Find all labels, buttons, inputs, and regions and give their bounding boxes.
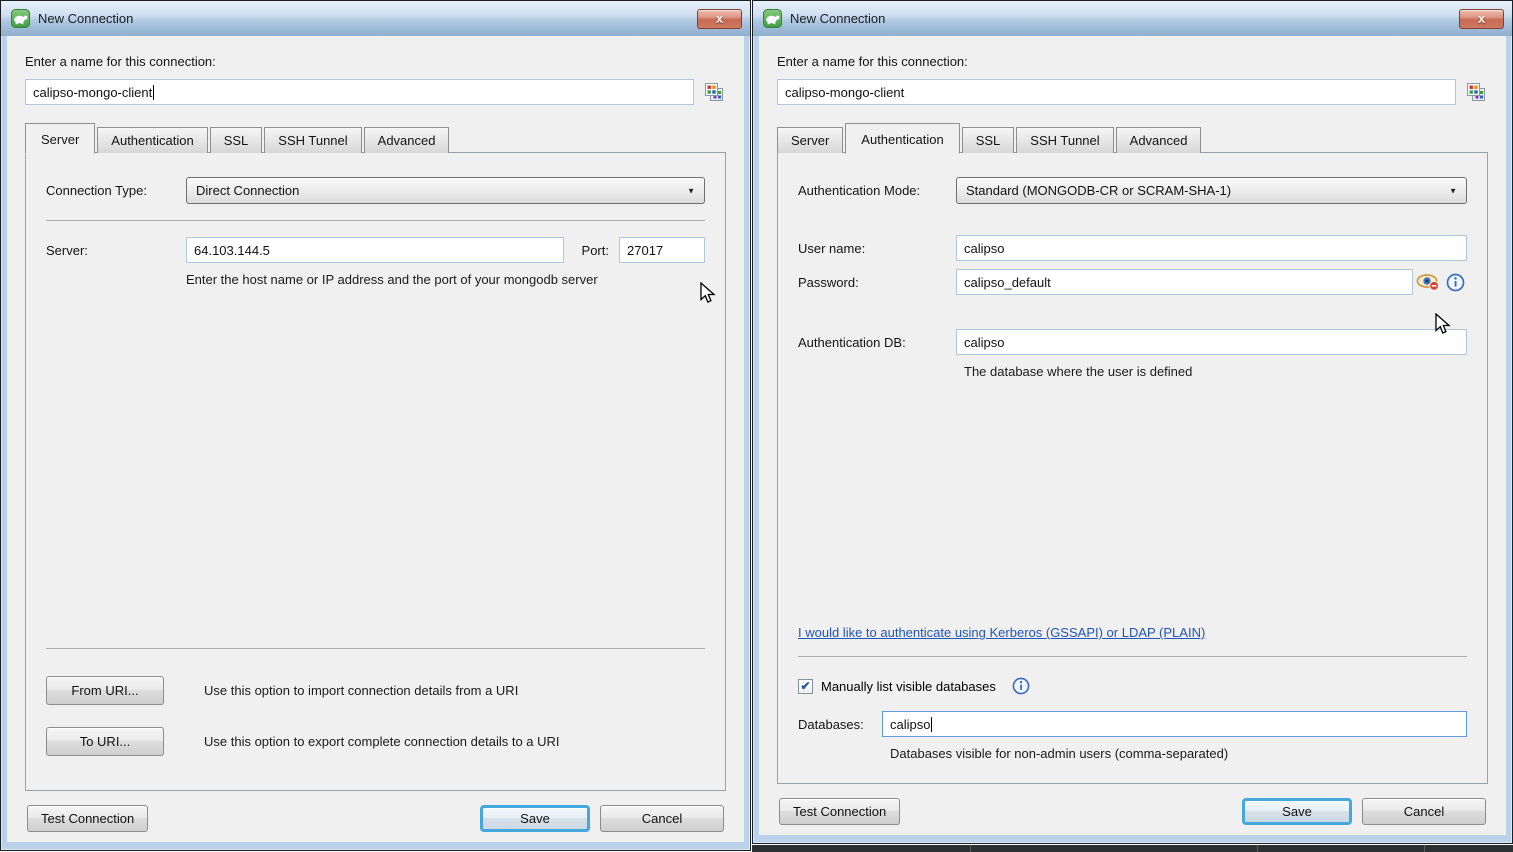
databases-help-text: Databases visible for non-admin users (c… bbox=[890, 746, 1467, 761]
close-icon[interactable]: x bbox=[697, 9, 742, 29]
left-titlebar[interactable]: New Connection x bbox=[1, 1, 750, 36]
left-connection-dialog: New Connection x Enter a name for this c… bbox=[0, 0, 751, 851]
databases-input[interactable]: calipso bbox=[882, 711, 1467, 737]
robomongo-app-icon bbox=[763, 9, 782, 28]
auth-mode-select[interactable]: Standard (MONGODB-CR or SCRAM-SHA-1) ▼ bbox=[956, 177, 1467, 204]
from-uri-button[interactable]: From URI... bbox=[46, 676, 164, 705]
server-tab-panel: Connection Type: Direct Connection ▼ Ser… bbox=[25, 152, 726, 791]
auth-mode-label: Authentication Mode: bbox=[798, 183, 956, 198]
manual-databases-label: Manually list visible databases bbox=[821, 679, 996, 694]
divider bbox=[798, 656, 1467, 657]
auth-db-input[interactable]: calipso bbox=[956, 329, 1467, 355]
tab-ssh-tunnel[interactable]: SSH Tunnel bbox=[264, 127, 361, 153]
right-tab-bar: Server Authentication SSL SSH Tunnel Adv… bbox=[777, 123, 1488, 153]
port-input[interactable]: 27017 bbox=[619, 237, 705, 263]
cancel-button[interactable]: Cancel bbox=[1362, 798, 1486, 825]
window-title: New Connection bbox=[790, 11, 1459, 26]
from-uri-help-text: Use this option to import connection det… bbox=[204, 683, 518, 698]
username-input[interactable]: calipso bbox=[956, 235, 1467, 261]
to-uri-button[interactable]: To URI... bbox=[46, 727, 164, 756]
connection-name-input[interactable]: calipso-mongo-client bbox=[777, 79, 1456, 105]
password-info-icon[interactable] bbox=[1443, 270, 1467, 294]
save-button[interactable]: Save bbox=[1242, 798, 1352, 825]
right-titlebar[interactable]: New Connection x bbox=[753, 1, 1512, 36]
authentication-tab-panel: Authentication Mode: Standard (MONGODB-C… bbox=[777, 152, 1488, 784]
port-label: Port: bbox=[582, 243, 609, 258]
left-tab-bar: Server Authentication SSL SSH Tunnel Adv… bbox=[25, 123, 726, 153]
connection-name-label: Enter a name for this connection: bbox=[25, 54, 726, 69]
tab-server[interactable]: Server bbox=[25, 123, 95, 154]
connection-type-select[interactable]: Direct Connection ▼ bbox=[186, 177, 705, 204]
to-uri-help-text: Use this option to export complete conne… bbox=[204, 734, 560, 749]
left-dialog-body: Enter a name for this connection: calips… bbox=[7, 36, 744, 842]
server-address-input[interactable]: 64.103.144.5 bbox=[186, 237, 564, 263]
manual-databases-checkbox[interactable]: ✔ bbox=[798, 679, 813, 694]
close-icon[interactable]: x bbox=[1459, 9, 1504, 29]
tab-advanced[interactable]: Advanced bbox=[364, 127, 450, 153]
tab-advanced[interactable]: Advanced bbox=[1116, 127, 1202, 153]
databases-label: Databases: bbox=[798, 717, 882, 732]
server-label: Server: bbox=[46, 243, 186, 258]
tab-server[interactable]: Server bbox=[777, 127, 843, 153]
chevron-down-icon: ▼ bbox=[1449, 186, 1457, 195]
tab-ssl[interactable]: SSL bbox=[210, 127, 263, 153]
connection-name-label: Enter a name for this connection: bbox=[777, 54, 1488, 69]
divider bbox=[46, 648, 705, 649]
text-caret bbox=[931, 717, 932, 732]
save-button[interactable]: Save bbox=[480, 805, 590, 832]
connection-name-input[interactable]: calipso-mongo-client bbox=[25, 79, 694, 105]
username-label: User name: bbox=[798, 241, 956, 256]
color-palette-icon[interactable] bbox=[1464, 80, 1488, 104]
hide-password-eye-icon[interactable] bbox=[1413, 270, 1443, 294]
divider bbox=[46, 220, 705, 221]
tab-ssl[interactable]: SSL bbox=[962, 127, 1015, 153]
databases-info-icon[interactable] bbox=[1012, 677, 1030, 695]
password-label: Password: bbox=[798, 275, 956, 290]
password-input[interactable]: calipso_default bbox=[956, 269, 1413, 295]
auth-db-label: Authentication DB: bbox=[798, 335, 956, 350]
text-caret bbox=[153, 85, 154, 100]
test-connection-button[interactable]: Test Connection bbox=[27, 805, 148, 832]
background-window-edge bbox=[752, 845, 1513, 852]
checkmark-icon: ✔ bbox=[800, 679, 810, 693]
tab-authentication[interactable]: Authentication bbox=[97, 127, 207, 153]
server-help-text: Enter the host name or IP address and th… bbox=[186, 272, 705, 287]
right-dialog-body: Enter a name for this connection: calips… bbox=[759, 36, 1506, 835]
color-palette-icon[interactable] bbox=[702, 80, 726, 104]
test-connection-button[interactable]: Test Connection bbox=[779, 798, 900, 825]
connection-type-label: Connection Type: bbox=[46, 183, 186, 198]
tab-authentication[interactable]: Authentication bbox=[845, 123, 959, 154]
chevron-down-icon: ▼ bbox=[687, 186, 695, 195]
tab-ssh-tunnel[interactable]: SSH Tunnel bbox=[1016, 127, 1113, 153]
robomongo-app-icon bbox=[11, 9, 30, 28]
kerberos-ldap-link[interactable]: I would like to authenticate using Kerbe… bbox=[798, 625, 1205, 640]
cancel-button[interactable]: Cancel bbox=[600, 805, 724, 832]
window-title: New Connection bbox=[38, 11, 697, 26]
right-connection-dialog: New Connection x Enter a name for this c… bbox=[752, 0, 1513, 844]
auth-db-help-text: The database where the user is defined bbox=[964, 364, 1467, 379]
